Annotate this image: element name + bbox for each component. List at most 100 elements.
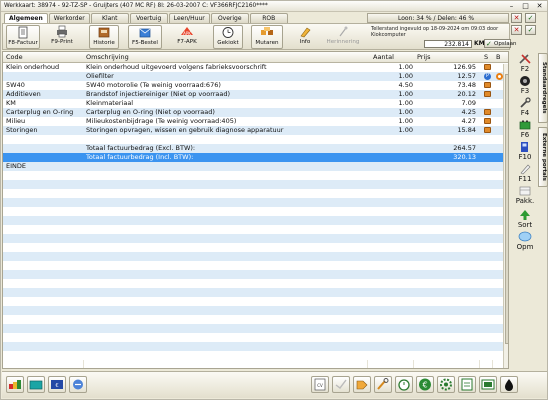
table-row[interactable]	[3, 207, 508, 216]
settings-button[interactable]	[437, 376, 455, 393]
close-x-icon[interactable]: ✕	[511, 13, 522, 23]
table-row[interactable]	[3, 279, 508, 288]
table-row[interactable]	[3, 216, 508, 225]
repair-button[interactable]	[374, 376, 392, 393]
table-row[interactable]	[3, 198, 508, 207]
table-row[interactable]	[3, 180, 508, 189]
table-row[interactable]	[3, 243, 508, 252]
table-row[interactable]	[3, 270, 508, 279]
table-row[interactable]	[3, 324, 508, 333]
vertical-scrollbar[interactable]	[503, 64, 508, 368]
tab-klant[interactable]: Klant	[90, 13, 129, 23]
herinnering-button[interactable]: Herinnering	[325, 25, 361, 49]
tab-voertuig[interactable]: Voertuig	[129, 13, 168, 23]
tools-app-button[interactable]	[6, 376, 24, 393]
confirm-check-icon[interactable]: ✓	[525, 13, 536, 23]
image-button[interactable]	[479, 376, 497, 393]
save-button[interactable]: ✓ Opslaan	[484, 39, 516, 48]
header-omschrijving[interactable]: Omschrijving	[86, 52, 129, 62]
table-row[interactable]: EINDE	[3, 162, 508, 171]
f3-button[interactable]: F3	[512, 75, 538, 95]
f4-button[interactable]: F4	[512, 97, 538, 117]
table-row[interactable]: Storingen Storingen opvragen, wissen en g…	[3, 126, 508, 135]
f11-button[interactable]: F11	[512, 163, 538, 183]
cell-code: Klein onderhoud	[6, 63, 60, 71]
table-row[interactable]	[3, 225, 508, 234]
bestel-button[interactable]: F5-Bestel	[128, 25, 162, 49]
table-row[interactable]: Klein onderhoud Klein onderhoud uitgevoer…	[3, 63, 508, 72]
pakk-button[interactable]: Pakk.	[512, 185, 538, 205]
tab-externe-portals[interactable]: Externe portals	[538, 127, 548, 187]
payment-icon: €	[51, 380, 63, 389]
table-row[interactable]	[3, 315, 508, 324]
table-row[interactable]	[3, 297, 508, 306]
f2-button[interactable]: F2	[512, 53, 538, 73]
historie-button[interactable]: Historie	[89, 25, 119, 49]
euro-button[interactable]: €	[416, 376, 434, 393]
payment-app-button[interactable]: €	[48, 376, 66, 393]
tag-button[interactable]	[353, 376, 371, 393]
invoice-icon	[18, 26, 28, 39]
tab-overige[interactable]: Overige	[210, 13, 249, 23]
f3-label: F3	[520, 87, 530, 95]
table-row[interactable]: Totaal factuurbedrag (Incl. BTW): 320.13	[3, 153, 508, 162]
oil-button[interactable]	[500, 376, 518, 393]
table-row[interactable]: Totaal factuurbedrag (Excl. BTW): 264.57	[3, 144, 508, 153]
table-row[interactable]	[3, 288, 508, 297]
check-button[interactable]	[332, 376, 350, 393]
close-button[interactable]: ✕	[535, 2, 544, 10]
table-row[interactable]: Milieu Milieukostenbijdrage (Te weinig vo…	[3, 117, 508, 126]
print-button[interactable]: F9-Print	[47, 25, 77, 49]
table-row[interactable]	[3, 189, 508, 198]
maximize-button[interactable]: □	[521, 2, 530, 10]
timer-button[interactable]	[395, 376, 413, 393]
gekiokt-button[interactable]: Gekiokt	[213, 25, 243, 49]
f6-button[interactable]: F6	[512, 119, 538, 139]
minimize-button[interactable]: –	[507, 2, 516, 10]
header-code[interactable]: Code	[6, 52, 23, 62]
apk-button[interactable]: APK F7-APK	[171, 25, 203, 49]
f10-button[interactable]: F10	[512, 141, 538, 161]
opm-button[interactable]: Opm	[512, 231, 538, 251]
table-row[interactable]: KM Kleinmateriaal 1.00 7.09	[3, 99, 508, 108]
parts-app-button[interactable]	[69, 376, 87, 393]
table-row[interactable]	[3, 333, 508, 342]
sort-button[interactable]: Sort	[512, 209, 538, 229]
card-app-button[interactable]	[27, 376, 45, 393]
document-button[interactable]: CV	[311, 376, 329, 393]
table-row[interactable]	[3, 252, 508, 261]
tab-standaardregels[interactable]: Standaardregels	[538, 53, 548, 123]
header-aantal[interactable]: Aantal	[373, 52, 394, 62]
header-prijs[interactable]: Prijs	[417, 52, 430, 62]
header-b[interactable]: B	[496, 52, 500, 62]
table-row[interactable]: 5W40 5W40 motorolie (Te weinig voorraad:6…	[3, 81, 508, 90]
info-button[interactable]: Info	[291, 25, 319, 49]
factuur-button[interactable]: F8-Factuur	[6, 25, 40, 49]
scrollbar-thumb[interactable]	[505, 74, 508, 344]
table-row[interactable]	[3, 306, 508, 315]
comment-icon	[518, 231, 532, 242]
fuel-icon	[521, 142, 528, 152]
table-row[interactable]: Oliefilter 1.00 12.57 P	[3, 72, 508, 81]
svg-text:CV: CV	[317, 383, 323, 388]
table-row[interactable]	[3, 135, 508, 144]
table-row[interactable]	[3, 171, 508, 180]
table-row[interactable]: Additieven Brandstof injectiereiniger (Ni…	[3, 90, 508, 99]
table-row[interactable]	[3, 234, 508, 243]
table-row[interactable]	[3, 342, 508, 351]
km-input[interactable]: 232.814	[424, 40, 472, 48]
cell-aantal: 1.00	[398, 72, 413, 80]
notes-icon	[461, 378, 473, 391]
tab-rob[interactable]: ROB	[249, 13, 288, 23]
info-label: Info	[299, 39, 311, 45]
tab-leen-huur[interactable]: Leen/Huur	[168, 13, 210, 23]
mutaren-button[interactable]: Mutaren	[251, 25, 283, 49]
pakk-label: Pakk.	[515, 197, 535, 205]
notes-button[interactable]	[458, 376, 476, 393]
tab-werkorder[interactable]: Werkorder	[48, 13, 90, 23]
table-row[interactable]	[3, 351, 508, 360]
table-row[interactable]: Carterplug en O-ring Carterplug en O-ring…	[3, 108, 508, 117]
tab-algemeen[interactable]: Algemeen	[4, 13, 48, 23]
header-s[interactable]: S	[484, 52, 488, 62]
table-row[interactable]	[3, 261, 508, 270]
